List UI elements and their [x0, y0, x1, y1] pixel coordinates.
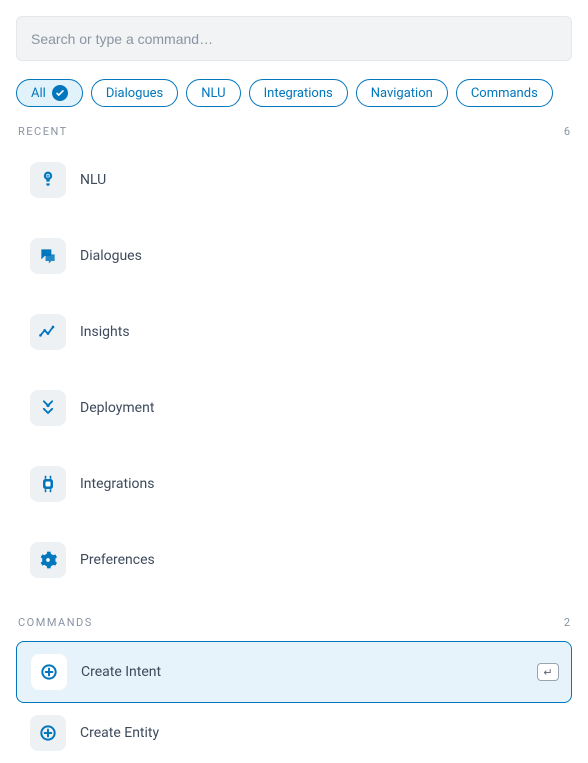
filter-chip-dialogues[interactable]: Dialogues — [91, 79, 178, 107]
deployment-icon — [30, 390, 66, 426]
section-header-commands: Commands 2 — [16, 616, 572, 629]
item-label: Integrations — [80, 476, 154, 492]
filter-chip-row: All Dialogues NLU Integrations Navigatio… — [16, 79, 572, 107]
preferences-icon — [30, 542, 66, 578]
filter-chip-label: Commands — [471, 86, 538, 101]
filter-chip-navigation[interactable]: Navigation — [356, 79, 448, 107]
insights-icon — [30, 314, 66, 350]
item-label: NLU — [80, 172, 106, 188]
item-label: Dialogues — [80, 248, 142, 264]
search-input[interactable] — [31, 31, 557, 47]
section-title: Commands — [18, 616, 93, 629]
item-label: Preferences — [80, 552, 155, 568]
list-item-deployment[interactable]: Deployment — [16, 378, 572, 438]
recent-list: NLU Dialogues Insights Deployment Integr… — [16, 150, 572, 606]
item-label: Create Intent — [81, 664, 161, 680]
commands-list: Create Intent ↵ Create Entity — [16, 641, 572, 763]
list-item-create-intent[interactable]: Create Intent ↵ — [16, 641, 572, 703]
integrations-icon — [30, 466, 66, 502]
enter-key-icon: ↵ — [537, 663, 559, 681]
list-item-integrations[interactable]: Integrations — [16, 454, 572, 514]
item-label: Deployment — [80, 400, 154, 416]
filter-chip-label: All — [31, 86, 46, 101]
list-item-dialogues[interactable]: Dialogues — [16, 226, 572, 286]
filter-chip-label: Dialogues — [106, 86, 163, 101]
search-container — [16, 16, 572, 61]
item-label: Insights — [80, 324, 130, 340]
item-label: Create Entity — [80, 725, 159, 741]
nlu-icon — [30, 162, 66, 198]
section-header-recent: Recent 6 — [16, 125, 572, 138]
filter-chip-label: NLU — [201, 86, 225, 101]
section-title: Recent — [18, 125, 68, 138]
add-circle-icon — [31, 654, 67, 690]
dialogues-icon — [30, 238, 66, 274]
section-count: 2 — [564, 616, 570, 629]
check-circle-icon — [52, 85, 68, 101]
filter-chip-all[interactable]: All — [16, 79, 83, 107]
list-item-nlu[interactable]: NLU — [16, 150, 572, 210]
section-count: 6 — [564, 125, 570, 138]
filter-chip-label: Integrations — [264, 86, 333, 101]
add-circle-icon — [30, 715, 66, 751]
filter-chip-integrations[interactable]: Integrations — [249, 79, 348, 107]
list-item-preferences[interactable]: Preferences — [16, 530, 572, 590]
filter-chip-commands[interactable]: Commands — [456, 79, 553, 107]
filter-chip-label: Navigation — [371, 86, 433, 101]
list-item-insights[interactable]: Insights — [16, 302, 572, 362]
list-item-create-entity[interactable]: Create Entity — [16, 703, 572, 763]
filter-chip-nlu[interactable]: NLU — [186, 79, 240, 107]
